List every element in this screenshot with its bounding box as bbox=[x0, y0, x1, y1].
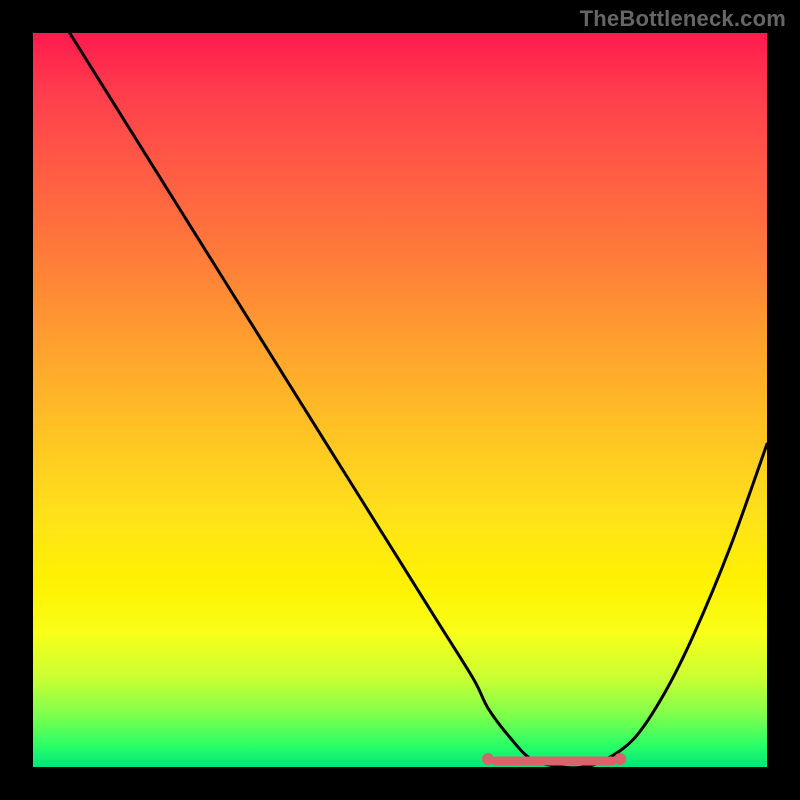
optimal-range-marker bbox=[482, 753, 626, 765]
watermark-text: TheBottleneck.com bbox=[580, 6, 786, 32]
optimal-range-dot bbox=[614, 753, 626, 765]
bottleneck-curve bbox=[70, 33, 767, 768]
optimal-range-dot bbox=[482, 753, 494, 765]
bottleneck-curve-svg bbox=[33, 33, 767, 767]
chart-frame: TheBottleneck.com bbox=[0, 0, 800, 800]
plot-area bbox=[33, 33, 767, 767]
